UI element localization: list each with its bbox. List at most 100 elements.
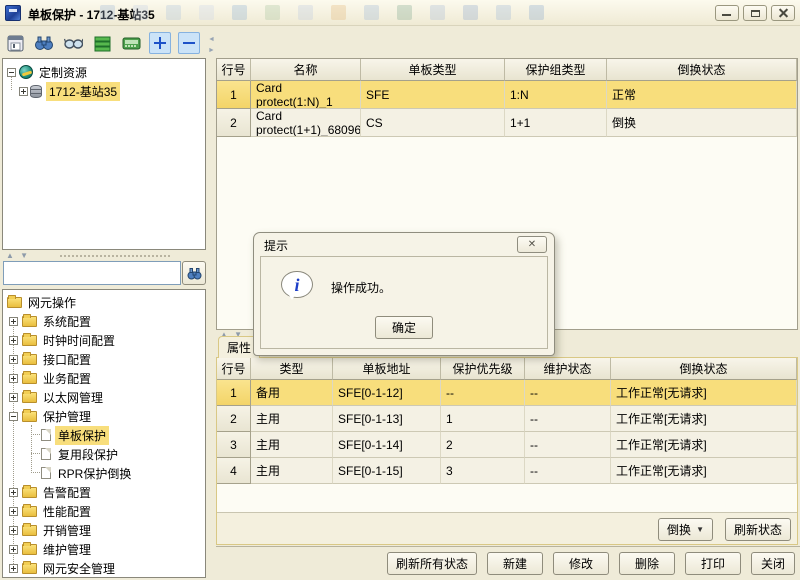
col-header-row-no[interactable]: 行号 <box>217 358 251 380</box>
col-header-maintenance-status[interactable]: 维护状态 <box>525 358 611 380</box>
cell-group-type[interactable]: 1+1 <box>505 109 607 137</box>
splitter-updown-icon[interactable]: ▲ ▼ <box>6 251 30 260</box>
cell-board-address[interactable]: SFE[0-1-14] <box>333 432 441 458</box>
cell-switch-status[interactable]: 工作正常[无请求] <box>611 458 797 484</box>
tree-item-interface-config[interactable]: 接口配置 <box>40 350 94 369</box>
switch-button[interactable]: 倒换 ▼ <box>658 518 713 541</box>
tree-item-ms-protection[interactable]: 复用段保护 <box>55 445 121 464</box>
tree-item-clock-config[interactable]: 时钟时间配置 <box>40 331 118 350</box>
cell-board-type[interactable]: SFE <box>361 81 505 109</box>
expand-box-icon[interactable] <box>9 393 18 402</box>
cell-maintenance-status[interactable]: -- <box>525 380 611 406</box>
cell-switch-status[interactable]: 工作正常[无请求] <box>611 380 797 406</box>
save-icon[interactable] <box>4 32 26 54</box>
cell-maintenance-status[interactable]: -- <box>525 406 611 432</box>
cell-name[interactable]: Card protect(1+1)_68096 <box>251 109 361 137</box>
cell-priority[interactable]: 2 <box>441 432 525 458</box>
tree-item-ne-operations[interactable]: 网元操作 <box>25 293 79 312</box>
close-button[interactable] <box>771 5 795 21</box>
search-button[interactable] <box>182 261 206 285</box>
table-row[interactable]: 2 主用 SFE[0-1-13] 1 -- 工作正常[无请求] <box>217 406 797 432</box>
cell-switch-status[interactable]: 工作正常[无请求] <box>611 406 797 432</box>
tree-item-protection-mgmt[interactable]: 保护管理 <box>40 407 94 426</box>
table-row[interactable]: 2 Card protect(1+1)_68096 CS 1+1 倒换 <box>217 109 797 137</box>
cell-board-address[interactable]: SFE[0-1-15] <box>333 458 441 484</box>
plus-icon[interactable] <box>149 32 171 54</box>
col-header-row-no[interactable]: 行号 <box>217 59 251 81</box>
tree-item-station[interactable]: 1712-基站35 <box>46 82 120 101</box>
expand-box-icon[interactable] <box>9 336 18 345</box>
glasses-icon[interactable] <box>62 32 84 54</box>
list-view-icon[interactable] <box>91 32 113 54</box>
row-number[interactable]: 1 <box>217 380 251 406</box>
tree-item-overhead-mgmt[interactable]: 开销管理 <box>40 521 94 540</box>
expand-box-icon[interactable] <box>9 507 18 516</box>
col-header-switch-status[interactable]: 倒换状态 <box>607 59 797 81</box>
search-input[interactable] <box>3 261 181 285</box>
cell-board-address[interactable]: SFE[0-1-12] <box>333 380 441 406</box>
cell-priority[interactable]: 1 <box>441 406 525 432</box>
dialog-close-button[interactable]: ✕ <box>517 236 547 253</box>
splitter-right-icon[interactable]: ► <box>208 47 215 54</box>
table-row[interactable]: 3 主用 SFE[0-1-14] 2 -- 工作正常[无请求] <box>217 432 797 458</box>
new-button[interactable]: 新建 <box>487 552 543 575</box>
cell-priority[interactable]: -- <box>441 380 525 406</box>
print-button[interactable]: 打印 <box>685 552 741 575</box>
cell-maintenance-status[interactable]: -- <box>525 432 611 458</box>
col-header-group-type[interactable]: 保护组类型 <box>505 59 607 81</box>
tree-item-maintenance-mgmt[interactable]: 维护管理 <box>40 540 94 559</box>
delete-button[interactable]: 删除 <box>619 552 675 575</box>
tree-item-board-protection[interactable]: 单板保护 <box>55 426 109 445</box>
col-header-priority[interactable]: 保护优先级 <box>441 358 525 380</box>
cell-type[interactable]: 主用 <box>251 458 333 484</box>
expand-box-icon[interactable] <box>9 545 18 554</box>
splitter-left-icon[interactable]: ◄ <box>208 36 215 43</box>
keyboard-icon[interactable] <box>120 32 142 54</box>
cell-type[interactable]: 备用 <box>251 380 333 406</box>
col-header-board-address[interactable]: 单板地址 <box>333 358 441 380</box>
expand-box-icon[interactable] <box>9 526 18 535</box>
cell-priority[interactable]: 3 <box>441 458 525 484</box>
col-header-switch-status[interactable]: 倒换状态 <box>611 358 797 380</box>
tree-item-ne-security-mgmt[interactable]: 网元安全管理 <box>40 559 118 578</box>
expand-box-icon[interactable] <box>9 564 18 573</box>
row-number[interactable]: 4 <box>217 458 251 484</box>
expand-box-icon[interactable] <box>19 87 28 96</box>
cell-board-type[interactable]: CS <box>361 109 505 137</box>
ok-button[interactable]: 确定 <box>375 316 433 339</box>
expand-box-icon[interactable] <box>9 374 18 383</box>
cell-type[interactable]: 主用 <box>251 406 333 432</box>
collapse-box-icon[interactable] <box>9 412 18 421</box>
left-horizontal-splitter[interactable]: ▲ ▼ <box>2 251 206 260</box>
minus-icon[interactable] <box>178 32 200 54</box>
row-number[interactable]: 2 <box>217 109 251 137</box>
table-row[interactable]: 1 备用 SFE[0-1-12] -- -- 工作正常[无请求] <box>217 380 797 406</box>
expand-box-icon[interactable] <box>9 488 18 497</box>
col-header-type[interactable]: 类型 <box>251 358 333 380</box>
splitter-grip[interactable] <box>60 255 170 257</box>
cell-switch-status[interactable]: 正常 <box>607 81 797 109</box>
maximize-button[interactable] <box>743 5 767 21</box>
cell-name[interactable]: Card protect(1:N)_1 <box>251 81 361 109</box>
tree-item-rpr-protection[interactable]: RPR保护倒换 <box>55 464 134 483</box>
minimize-button[interactable] <box>715 5 739 21</box>
cell-type[interactable]: 主用 <box>251 432 333 458</box>
table-row[interactable]: 1 Card protect(1:N)_1 SFE 1:N 正常 <box>217 81 797 109</box>
modify-button[interactable]: 修改 <box>553 552 609 575</box>
vertical-splitter[interactable]: ◄ ► <box>206 30 216 578</box>
tree-item-system-config[interactable]: 系统配置 <box>40 312 94 331</box>
tree-item-ethernet-mgmt[interactable]: 以太网管理 <box>40 388 106 407</box>
row-number[interactable]: 2 <box>217 406 251 432</box>
col-header-board-type[interactable]: 单板类型 <box>361 59 505 81</box>
cell-switch-status[interactable]: 倒换 <box>607 109 797 137</box>
row-number[interactable]: 3 <box>217 432 251 458</box>
tree-item-alarm-config[interactable]: 告警配置 <box>40 483 94 502</box>
tree-item-custom-resources[interactable]: 定制资源 <box>36 63 90 82</box>
expand-box-icon[interactable] <box>9 317 18 326</box>
table-row[interactable]: 4 主用 SFE[0-1-15] 3 -- 工作正常[无请求] <box>217 458 797 484</box>
cell-board-address[interactable]: SFE[0-1-13] <box>333 406 441 432</box>
cell-maintenance-status[interactable]: -- <box>525 458 611 484</box>
binoculars-icon[interactable] <box>33 32 55 54</box>
row-number[interactable]: 1 <box>217 81 251 109</box>
tree-item-service-config[interactable]: 业务配置 <box>40 369 94 388</box>
